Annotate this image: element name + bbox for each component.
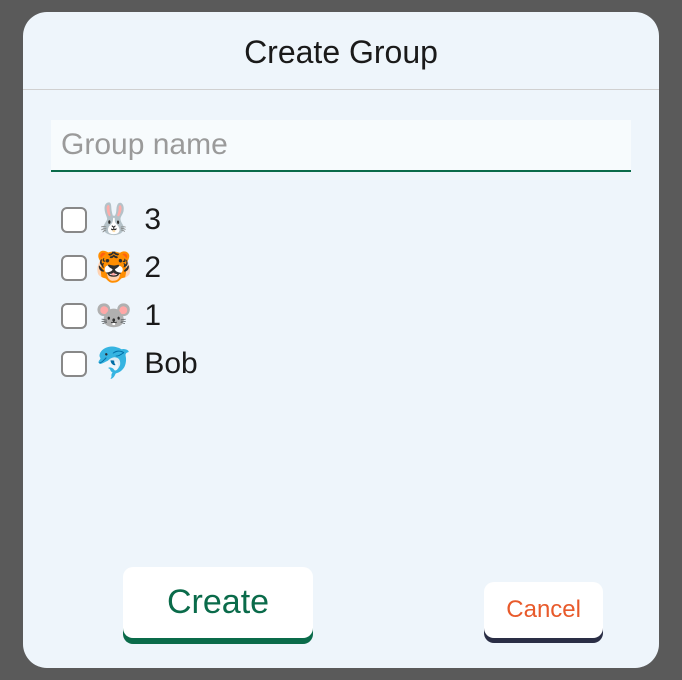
cancel-button[interactable]: Cancel (484, 582, 603, 638)
contact-name: 2 (144, 251, 161, 285)
contact-name: 1 (144, 299, 161, 333)
contact-item: 🐭 1 (61, 292, 631, 340)
dolphin-icon: 🐬 (95, 349, 132, 379)
contact-checkbox[interactable] (61, 255, 87, 281)
dialog-body: 🐰 3 🐯 2 🐭 1 🐬 Bob (23, 90, 659, 567)
dialog-title: Create Group (23, 34, 659, 71)
contact-checkbox[interactable] (61, 351, 87, 377)
contact-checkbox[interactable] (61, 303, 87, 329)
contact-checkbox[interactable] (61, 207, 87, 233)
contact-item: 🐯 2 (61, 244, 631, 292)
tiger-icon: 🐯 (95, 253, 132, 283)
create-group-dialog: Create Group 🐰 3 🐯 2 🐭 1 🐬 Bob (23, 12, 659, 668)
mouse-icon: 🐭 (95, 301, 132, 331)
contact-name: Bob (144, 347, 197, 381)
contact-list: 🐰 3 🐯 2 🐭 1 🐬 Bob (51, 196, 631, 388)
contact-item: 🐰 3 (61, 196, 631, 244)
dialog-header: Create Group (23, 12, 659, 90)
group-name-input[interactable] (51, 120, 631, 172)
contact-name: 3 (144, 203, 161, 237)
contact-item: 🐬 Bob (61, 340, 631, 388)
dialog-footer: Create Cancel (23, 567, 659, 668)
rabbit-icon: 🐰 (95, 205, 132, 235)
create-button[interactable]: Create (123, 567, 313, 638)
